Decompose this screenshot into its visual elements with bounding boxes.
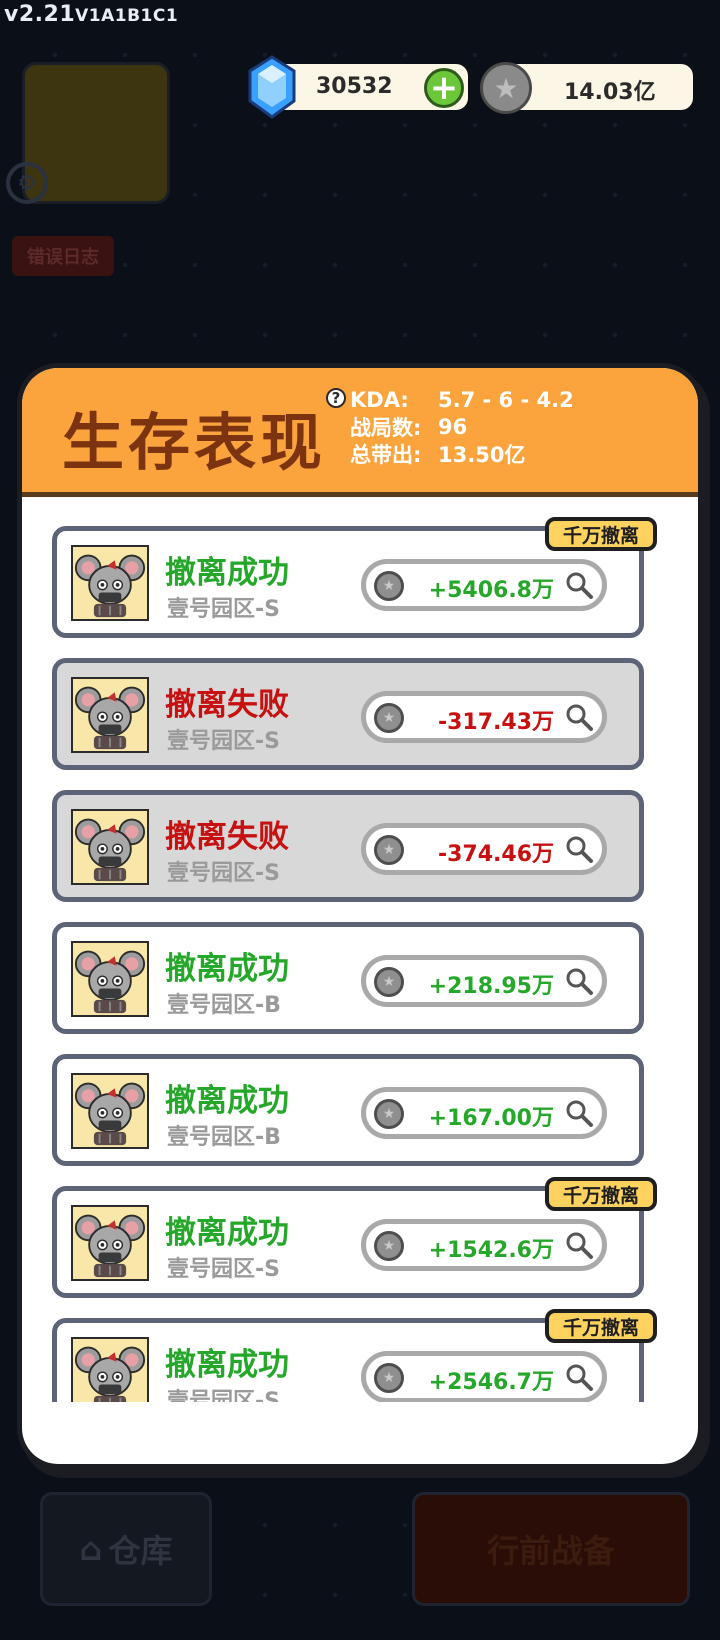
survival-performance-modal: 生存表现 ? KDA: 5.7 - 6 - 4.2 战局数: 96 总带出: 1… bbox=[22, 368, 698, 1464]
error-log-button[interactable]: 错误日志 bbox=[12, 236, 114, 276]
record-list[interactable]: 撤离成功 壹号园区-S ★ +5406.8万 千万撤离 撤离失败 壹号园区-S … bbox=[22, 496, 698, 1402]
gem-icon bbox=[248, 55, 296, 119]
zone-label: 壹号园区-S bbox=[167, 597, 280, 622]
settings-gear-icon[interactable]: ⚙ bbox=[6, 162, 48, 204]
matches-value: 96 bbox=[438, 414, 468, 439]
extraction-status: 撤离失败 bbox=[165, 819, 289, 855]
profit-pill[interactable]: ★ -374.46万 bbox=[361, 823, 607, 875]
prepare-button[interactable]: 行前战备 bbox=[412, 1492, 690, 1606]
coin-icon: ★ bbox=[374, 835, 404, 865]
modal-header: 生存表现 ? KDA: 5.7 - 6 - 4.2 战局数: 96 总带出: 1… bbox=[22, 368, 698, 497]
coin-icon: ★ bbox=[374, 1231, 404, 1261]
matches-label: 战局数: bbox=[350, 415, 422, 440]
character-avatar bbox=[71, 1073, 149, 1149]
ten-million-badge: 千万撤离 bbox=[544, 1177, 657, 1211]
magnifier-icon[interactable] bbox=[564, 1362, 594, 1392]
zone-label: 壹号园区-S bbox=[167, 861, 280, 886]
rat-character-icon bbox=[74, 686, 146, 750]
profit-amount: +2546.7万 bbox=[428, 1370, 554, 1395]
coin-icon: ★ bbox=[374, 703, 404, 733]
rat-character-icon bbox=[74, 950, 146, 1014]
gem-amount: 30532 bbox=[316, 74, 393, 99]
character-avatar bbox=[71, 545, 149, 621]
profit-amount: +5406.8万 bbox=[428, 578, 554, 603]
add-gems-button[interactable]: + bbox=[424, 68, 464, 108]
coin-icon: ★ bbox=[374, 571, 404, 601]
character-avatar bbox=[71, 941, 149, 1017]
record-card[interactable]: 撤离成功 壹号园区-B ★ +167.00万 bbox=[52, 1054, 644, 1166]
zone-label: 壹号园区-S bbox=[167, 1389, 280, 1402]
coin-icon: ★ bbox=[480, 62, 532, 114]
coin-icon: ★ bbox=[374, 1099, 404, 1129]
character-avatar bbox=[71, 1205, 149, 1281]
profit-pill[interactable]: ★ +5406.8万 bbox=[361, 559, 607, 611]
warehouse-button[interactable]: ⌂ 仓库 bbox=[40, 1492, 212, 1606]
character-avatar bbox=[71, 809, 149, 885]
warehouse-label: 仓库 bbox=[108, 1532, 173, 1570]
profit-pill[interactable]: ★ -317.43万 bbox=[361, 691, 607, 743]
profit-amount: -374.46万 bbox=[437, 842, 554, 867]
record-card[interactable]: 撤离失败 壹号园区-S ★ -317.43万 bbox=[52, 658, 644, 770]
extraction-status: 撤离成功 bbox=[165, 1215, 289, 1251]
kda-row: KDA: 5.7 - 6 - 4.2 bbox=[350, 386, 574, 413]
zone-label: 壹号园区-B bbox=[167, 993, 281, 1018]
magnifier-icon[interactable] bbox=[564, 1230, 594, 1260]
extraction-status: 撤离成功 bbox=[165, 1083, 289, 1119]
record-card[interactable]: 撤离失败 壹号园区-S ★ -374.46万 bbox=[52, 790, 644, 902]
extraction-status: 撤离失败 bbox=[165, 687, 289, 723]
rat-character-icon bbox=[74, 554, 146, 618]
rat-character-icon bbox=[74, 1346, 146, 1402]
coin-icon: ★ bbox=[374, 967, 404, 997]
profit-amount: +218.95万 bbox=[428, 974, 554, 999]
magnifier-icon[interactable] bbox=[564, 570, 594, 600]
output-label: 总带出: bbox=[350, 442, 422, 467]
version-main: v2.21 bbox=[4, 2, 76, 27]
ten-million-badge: 千万撤离 bbox=[544, 1309, 657, 1343]
kda-value: 5.7 - 6 - 4.2 bbox=[438, 387, 574, 412]
coin-icon: ★ bbox=[374, 1363, 404, 1393]
extraction-status: 撤离成功 bbox=[165, 951, 289, 987]
home-icon: ⌂ bbox=[79, 1530, 103, 1568]
record-card[interactable]: 撤离成功 壹号园区-S ★ +1542.6万 千万撤离 bbox=[52, 1177, 657, 1298]
magnifier-icon[interactable] bbox=[564, 834, 594, 864]
output-row: 总带出: 13.50亿 bbox=[350, 440, 574, 467]
version-build: V1A1B1C1 bbox=[75, 6, 179, 26]
zone-label: 壹号园区-B bbox=[167, 1125, 281, 1150]
version-label: v2.21V1A1B1C1 bbox=[4, 2, 178, 27]
rat-character-icon bbox=[74, 1082, 146, 1146]
output-value: 13.50亿 bbox=[438, 442, 526, 467]
record-card[interactable]: 撤离成功 壹号园区-B ★ +218.95万 bbox=[52, 922, 644, 1034]
extraction-status: 撤离成功 bbox=[165, 555, 289, 591]
kda-label: KDA: bbox=[350, 387, 409, 412]
character-avatar bbox=[71, 1337, 149, 1402]
matches-row: 战局数: 96 bbox=[350, 413, 574, 440]
profit-amount: +167.00万 bbox=[428, 1106, 554, 1131]
zone-label: 壹号园区-S bbox=[167, 729, 280, 754]
profit-pill[interactable]: ★ +2546.7万 bbox=[361, 1351, 607, 1402]
help-icon[interactable]: ? bbox=[326, 388, 346, 408]
stats-summary: ? KDA: 5.7 - 6 - 4.2 战局数: 96 总带出: 13.50亿 bbox=[326, 386, 574, 467]
profit-pill[interactable]: ★ +167.00万 bbox=[361, 1087, 607, 1139]
magnifier-icon[interactable] bbox=[564, 966, 594, 996]
rat-character-icon bbox=[74, 818, 146, 882]
profit-amount: +1542.6万 bbox=[428, 1238, 554, 1263]
record-card[interactable]: 撤离成功 壹号园区-S ★ +2546.7万 千万撤离 bbox=[52, 1309, 657, 1402]
profit-pill[interactable]: ★ +1542.6万 bbox=[361, 1219, 607, 1271]
profit-pill[interactable]: ★ +218.95万 bbox=[361, 955, 607, 1007]
extraction-status: 撤离成功 bbox=[165, 1347, 289, 1383]
ten-million-badge: 千万撤离 bbox=[544, 517, 657, 551]
magnifier-icon[interactable] bbox=[564, 1098, 594, 1128]
character-avatar bbox=[71, 677, 149, 753]
magnifier-icon[interactable] bbox=[564, 702, 594, 732]
coin-amount: 14.03亿 bbox=[564, 80, 656, 105]
rat-character-icon bbox=[74, 1214, 146, 1278]
record-card[interactable]: 撤离成功 壹号园区-S ★ +5406.8万 千万撤离 bbox=[52, 517, 657, 638]
modal-title: 生存表现 bbox=[62, 406, 327, 479]
profit-amount: -317.43万 bbox=[437, 710, 554, 735]
zone-label: 壹号园区-S bbox=[167, 1257, 280, 1282]
